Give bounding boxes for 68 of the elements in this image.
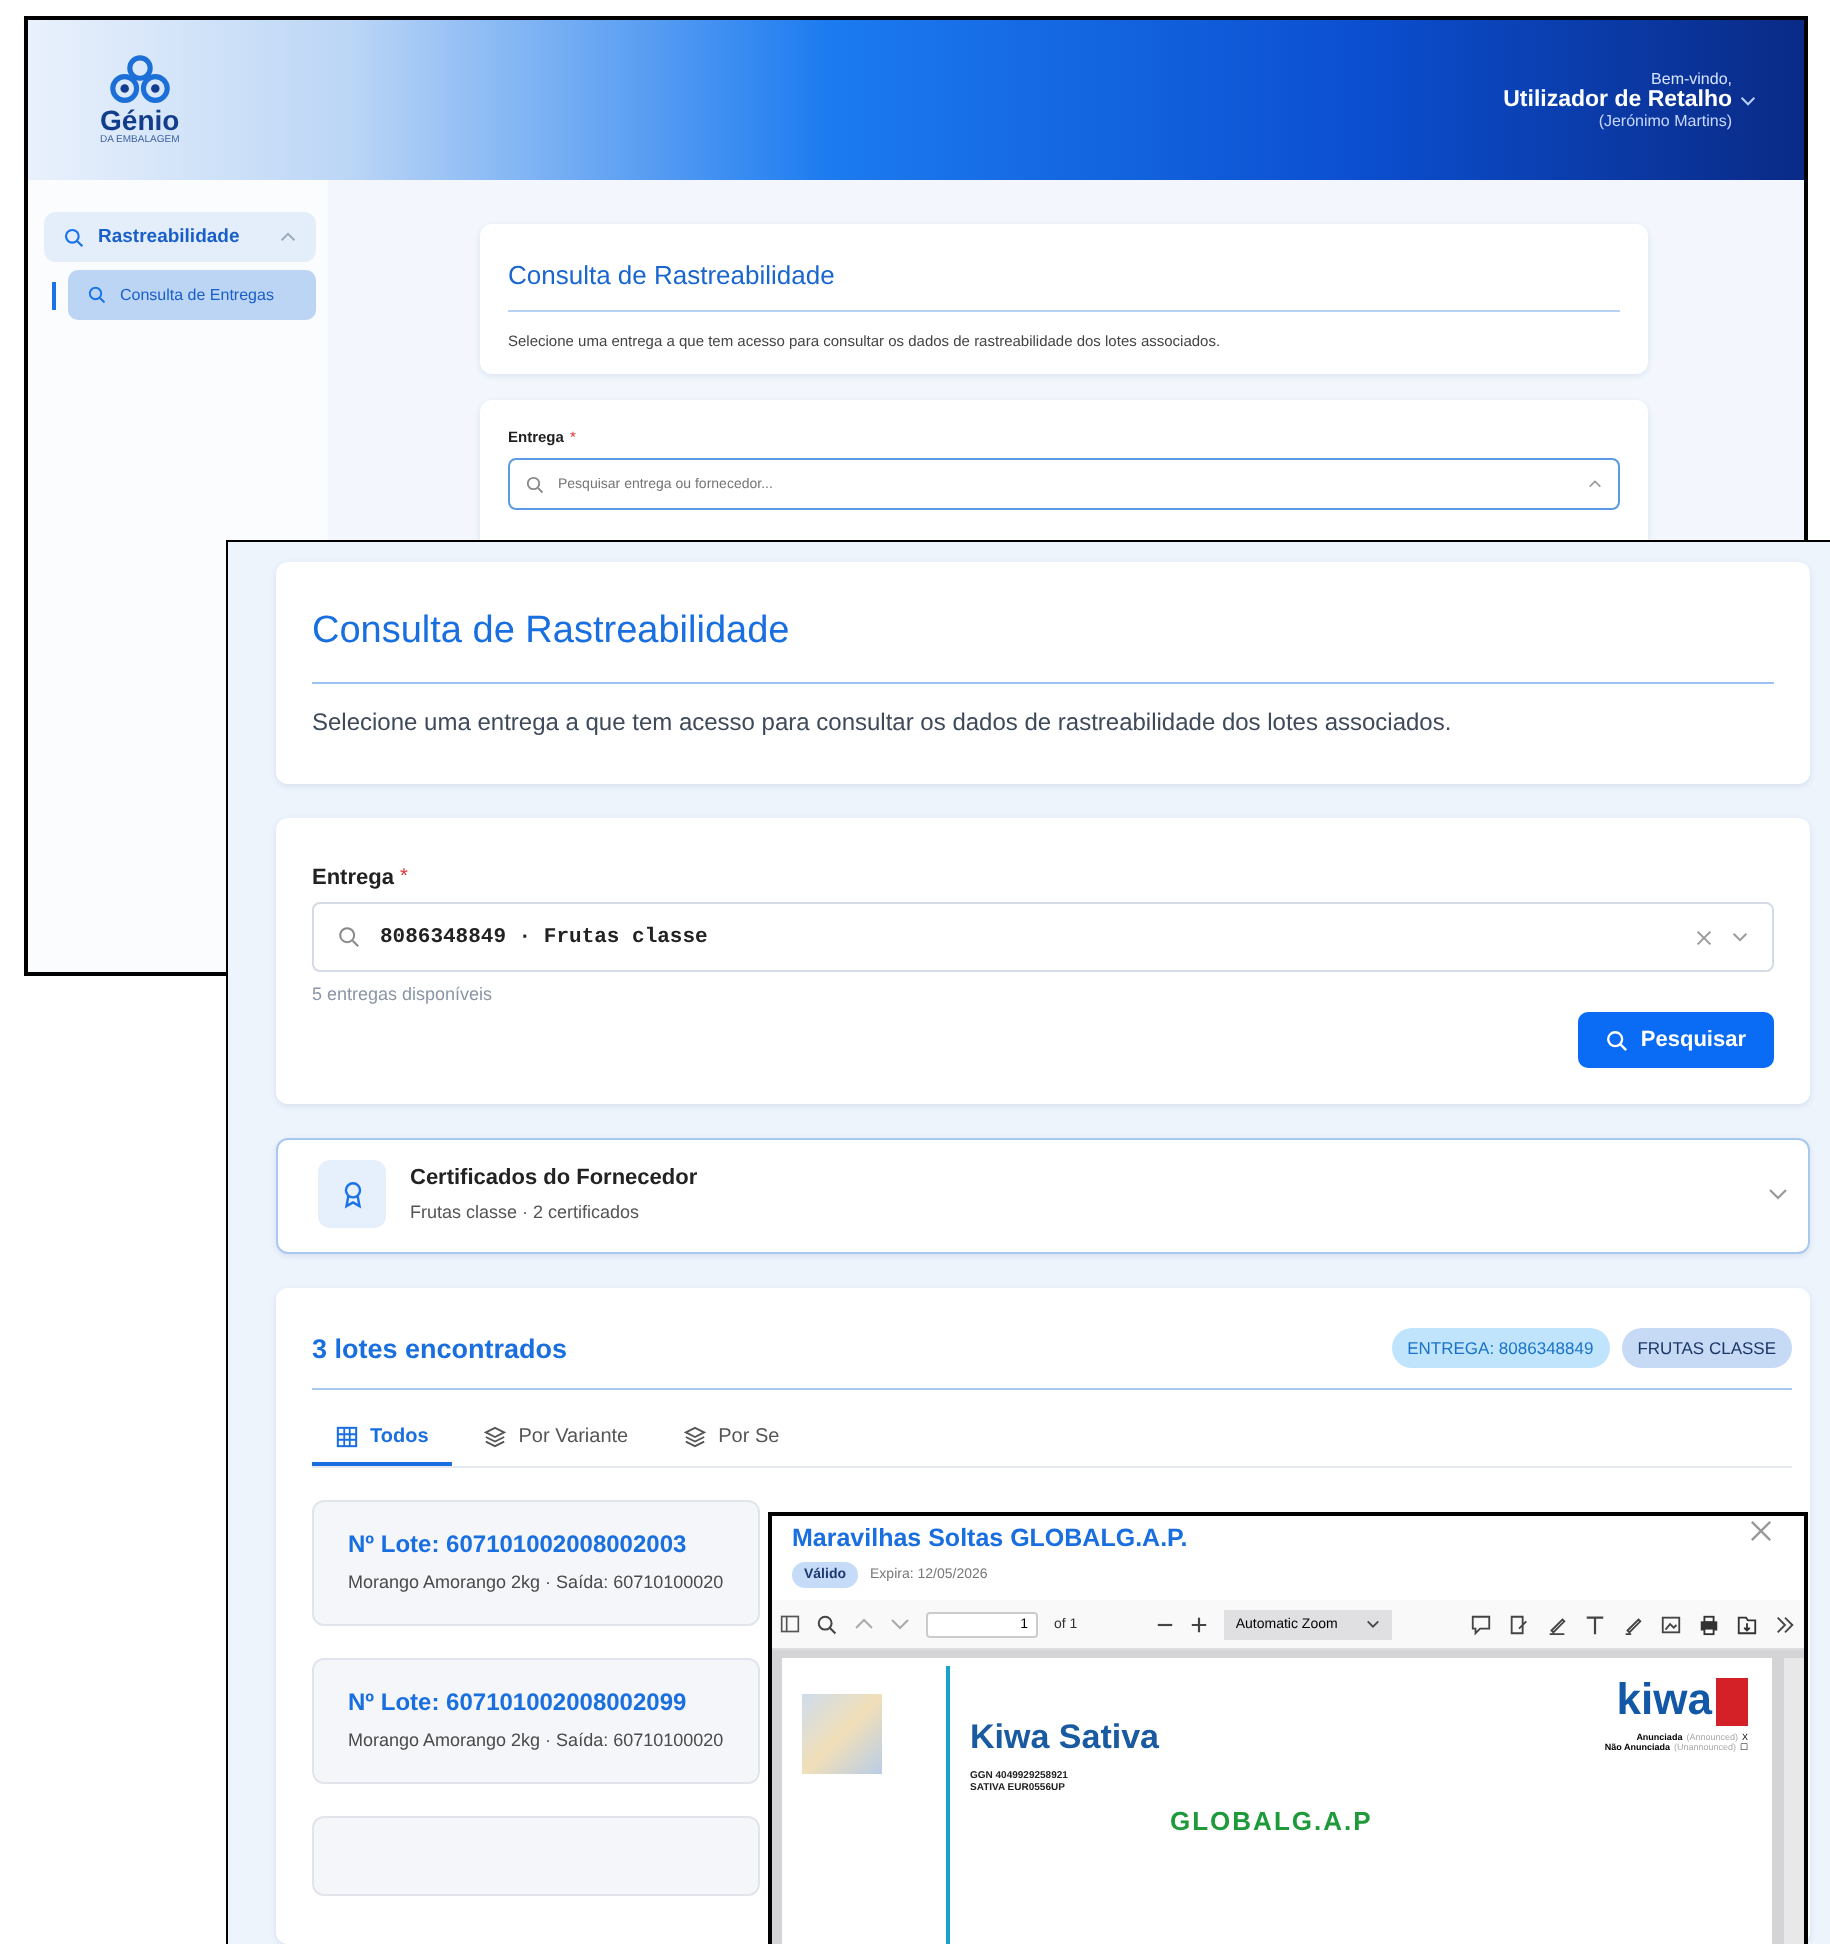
chevron-down-icon	[1365, 1620, 1380, 1628]
chevron-icon	[1588, 480, 1602, 488]
page-description: Selecione uma entrega a que tem acesso para consultar os dados de rastreabilidade dos lotes associados.	[312, 706, 1454, 740]
panel-title: Certificados do Fornecedor	[410, 1166, 700, 1190]
field-value: 8086348849 · Frutas classe	[380, 925, 710, 949]
print-icon[interactable]	[1698, 1613, 1720, 1635]
lot-detail: Morango Amorango 2kg · Saída: 60710100020	[348, 1730, 726, 1750]
comment-icon[interactable]	[1470, 1613, 1492, 1635]
page-title: Consulta de Rastreabilidade	[508, 260, 1620, 312]
view-tab[interactable]: Por Variante	[460, 1414, 653, 1466]
certificate-title: Maravilhas Soltas GLOBALG.A.P.	[792, 1524, 1188, 1552]
lot-number: Nº Lote: 607101002008002003	[348, 1530, 689, 1558]
filter-badge: ENTREGA: 8086348849	[1391, 1328, 1610, 1368]
page-title: Consulta de Rastreabilidade	[312, 610, 1774, 684]
sidebar-group[interactable]: Rastreabilidade	[44, 212, 316, 262]
required-mark: *	[399, 866, 408, 890]
text-icon[interactable]	[1584, 1613, 1606, 1635]
logo-text: Génio	[100, 106, 180, 134]
layers-icon	[484, 1426, 507, 1448]
chevron-down-icon[interactable]	[1740, 95, 1756, 105]
sidebar-item-label: Consulta de Entregas	[120, 286, 274, 304]
layers-icon	[684, 1426, 707, 1448]
lot-number: Nº Lote: 607101002008002099	[348, 1688, 689, 1716]
certificates-panel[interactable]: Certificados do Fornecedor Frutas classe · 2 certificados	[276, 1138, 1810, 1254]
pen-icon[interactable]	[1622, 1613, 1644, 1635]
search-icon	[1606, 1029, 1629, 1051]
download-icon[interactable]	[1736, 1613, 1758, 1635]
logo-flag-icon	[1716, 1678, 1748, 1726]
sidebar-toggle-icon[interactable]	[780, 1614, 800, 1634]
grid-icon	[336, 1426, 358, 1448]
search-field[interactable]: 8086348849 · Frutas classe	[312, 902, 1774, 972]
edit-icon[interactable]	[1508, 1613, 1530, 1635]
company-name: (Jerónimo Martins)	[1598, 112, 1732, 130]
award-icon	[318, 1160, 386, 1228]
issuer-logo: kiwa	[1616, 1674, 1712, 1726]
logo-icon	[105, 54, 174, 106]
search-icon	[526, 475, 544, 493]
chevron-icon	[280, 232, 296, 242]
image-icon[interactable]	[1660, 1613, 1682, 1635]
sidebar-item[interactable]: Consulta de Entregas	[68, 270, 316, 320]
view-tab[interactable]: Todos	[312, 1414, 453, 1466]
zoom-in-icon[interactable]	[1189, 1615, 1208, 1633]
search-icon	[338, 926, 360, 948]
map-image-placeholder	[802, 1694, 882, 1774]
highlight-icon[interactable]	[1546, 1613, 1568, 1635]
panel-subtitle: Frutas classe · 2 certificados	[410, 1202, 642, 1222]
field-label: Entrega	[312, 866, 394, 890]
lot-card[interactable]: Nº Lote: 607101002008002099 Morango Amorango 2kg · Saída: 60710100020	[312, 1658, 760, 1784]
view-tab[interactable]: Por Se	[660, 1414, 804, 1466]
search-icon	[64, 227, 84, 247]
more-tools-icon[interactable]	[1774, 1613, 1796, 1635]
search-icon[interactable]	[816, 1613, 838, 1635]
search-button[interactable]: Pesquisar	[1578, 1012, 1774, 1068]
scrollbar[interactable]	[1784, 1658, 1804, 1944]
field-hint: 5 entregas disponíveis	[312, 984, 495, 1004]
standard-logo-text: GLOBALG.A.P	[1170, 1806, 1375, 1836]
sidebar-group-label: Rastreabilidade	[98, 226, 242, 248]
filter-badge: FRUTAS CLASSE	[1621, 1328, 1792, 1368]
results-title: 3 lotes encontrados	[312, 1333, 568, 1363]
greeting-text: Bem-vindo,	[1651, 70, 1732, 88]
chevron-icon	[1768, 1188, 1788, 1200]
search-icon	[88, 286, 106, 304]
close-icon[interactable]	[1696, 929, 1712, 945]
issuer-name: Kiwa Sativa	[970, 1718, 1159, 1758]
user-name[interactable]: Utilizador de Retalho	[1503, 88, 1732, 112]
close-icon[interactable]	[1750, 1520, 1772, 1542]
lot-card[interactable]: Nº Lote: 607101002008002003 Morango Amorango 2kg · Saída: 60710100020	[312, 1500, 760, 1626]
lot-detail: Morango Amorango 2kg · Saída: 60710100020	[348, 1572, 726, 1592]
